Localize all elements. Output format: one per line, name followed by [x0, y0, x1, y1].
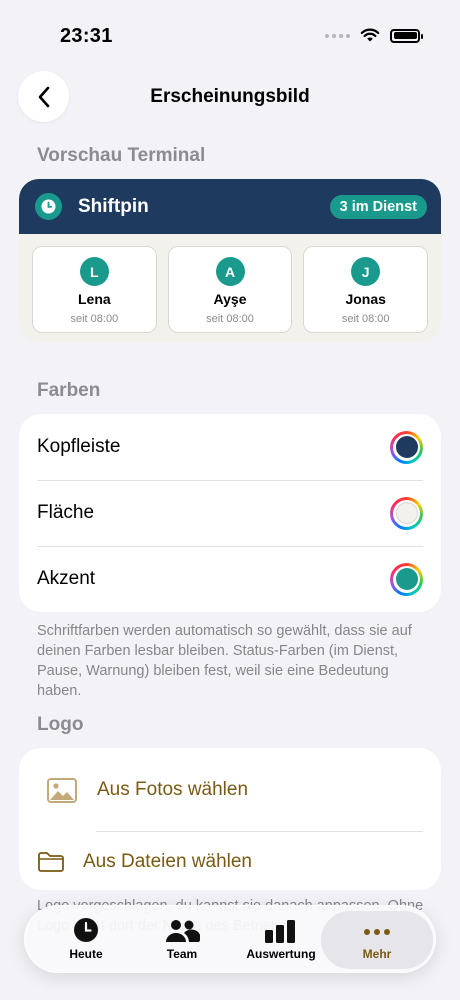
choose-from-files-label: Aus Dateien wählen [83, 851, 252, 872]
preview-brand-name: Shiftpin [78, 195, 149, 217]
avatar: L [79, 257, 109, 286]
colors-footnote: Schriftfarben werden automatisch so gewä… [37, 623, 412, 699]
color-row-label: Akzent [37, 568, 96, 589]
tab-mehr[interactable]: Mehr [321, 911, 433, 969]
color-row-header[interactable]: Kopfleiste [19, 414, 441, 480]
status-bar: 23:31 [0, 0, 460, 70]
person-card: J Jonas seit 08:00 [303, 246, 429, 333]
on-duty-badge: 3 im Dienst [329, 194, 427, 219]
clock-logo-icon [35, 193, 62, 220]
avatar: J [351, 257, 381, 286]
chart-icon [265, 920, 295, 943]
choose-from-photos-button[interactable]: Aus Fotos wählen [19, 766, 441, 814]
logo-section-title: Logo [37, 714, 84, 735]
tab-label: Auswertung [246, 947, 316, 961]
preview-header: Shiftpin 3 im Dienst [19, 179, 441, 234]
page-title: Erscheinungsbild [150, 86, 310, 107]
choose-from-files-button[interactable]: Aus Dateien wählen [19, 838, 441, 886]
color-row-label: Fläche [37, 502, 95, 523]
colors-list: Kopfleiste Fläche Akzent [19, 414, 441, 612]
tab-bar: Heute Team Auswertung Mehr [24, 905, 436, 973]
color-picker-swatch[interactable] [390, 562, 423, 596]
navigation-bar: Erscheinungsbild [0, 70, 460, 124]
color-picker-swatch[interactable] [390, 430, 423, 464]
person-card: L Lena seit 08:00 [32, 246, 157, 333]
photo-icon [47, 777, 77, 803]
divider [96, 831, 423, 832]
wifi-icon [360, 28, 380, 42]
cellular-signal-icon [325, 33, 350, 38]
status-time: 23:31 [60, 25, 113, 47]
tab-heute[interactable]: Heute [45, 911, 127, 969]
color-row-accent[interactable]: Akzent [19, 546, 441, 612]
preview-people-list: L Lena seit 08:00 A Ayşe seit 08:00 J Jo… [19, 234, 441, 333]
tab-label: Heute [69, 947, 103, 961]
tab-label: Team [166, 947, 198, 961]
person-since: seit 08:00 [341, 313, 390, 325]
avatar: A [215, 257, 245, 286]
color-row-label: Kopfleiste [37, 436, 121, 457]
person-name: Lena [77, 291, 111, 307]
person-since: seit 08:00 [70, 313, 119, 325]
colors-section-title: Farben [37, 380, 101, 401]
clock-icon [74, 918, 98, 942]
terminal-preview: Shiftpin 3 im Dienst L Lena seit 08:00 A… [19, 179, 441, 342]
tab-team[interactable]: Team [141, 911, 223, 969]
color-row-surface[interactable]: Fläche [19, 480, 441, 546]
battery-icon [390, 28, 423, 43]
people-icon [166, 920, 200, 942]
logo-options: Aus Fotos wählen Aus Dateien wählen [19, 748, 441, 890]
status-icons [325, 28, 423, 43]
person-card: A Ayşe seit 08:00 [167, 246, 293, 333]
tab-auswertung[interactable]: Auswertung [235, 911, 327, 969]
preview-section-title: Vorschau Terminal [37, 145, 206, 166]
more-icon [364, 929, 390, 935]
person-name: Jonas [345, 291, 386, 307]
choose-from-photos-label: Aus Fotos wählen [97, 779, 249, 800]
tab-label: Mehr [362, 947, 392, 961]
color-picker-swatch[interactable] [390, 496, 423, 530]
person-name: Ayşe [213, 291, 247, 307]
folder-icon [38, 852, 64, 872]
person-since: seit 08:00 [206, 313, 254, 325]
